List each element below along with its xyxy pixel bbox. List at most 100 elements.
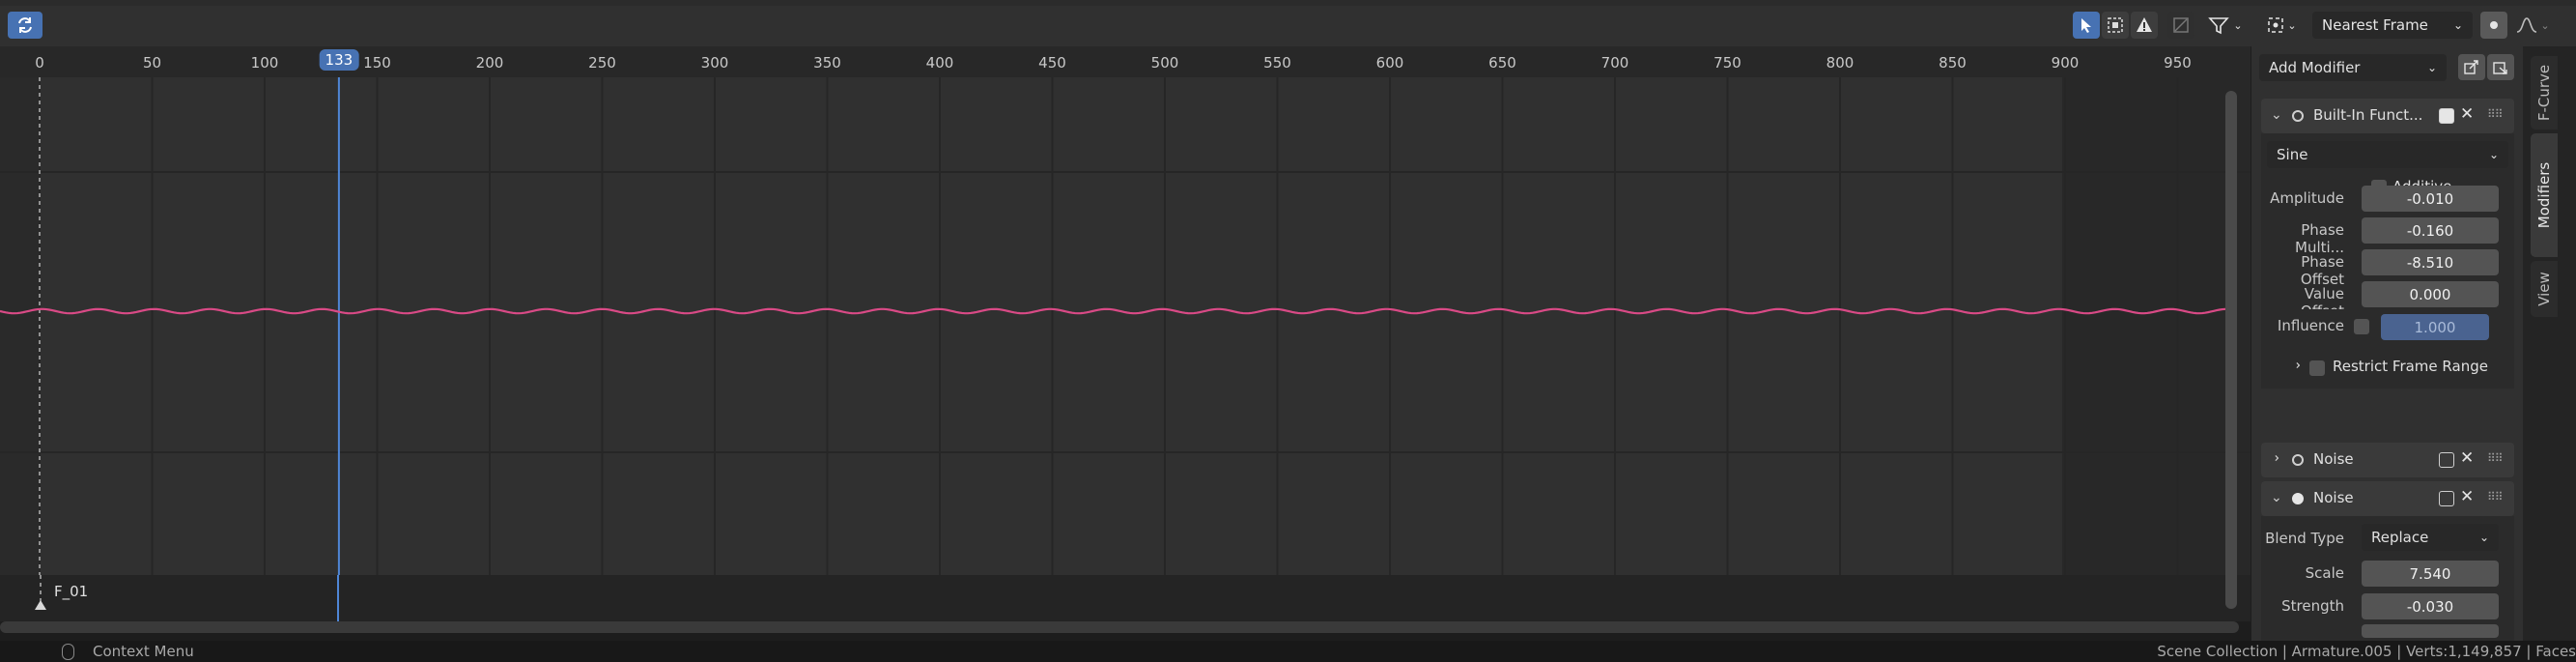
ruler-tick-label: 0: [35, 54, 44, 72]
frame-ruler[interactable]: 0 50 100 150 200 250 300 350 400 450 500 550 600 650 7…: [0, 46, 2250, 77]
copy-modifiers-icon[interactable]: [2458, 54, 2485, 80]
channel-label: F_01: [54, 583, 89, 600]
box-select-icon[interactable]: [2102, 12, 2129, 39]
scrollbar-gap: [0, 633, 2250, 641]
add-modifier-label: Add Modifier: [2269, 59, 2361, 76]
chevron-down-icon: ⌄: [2478, 531, 2489, 544]
sidebar-tabs: F-Curve Modifiers View: [2523, 46, 2576, 641]
chevron-right-icon[interactable]: ⌄: [2288, 360, 2304, 371]
chevron-down-icon: ⌄: [2233, 18, 2243, 32]
vertical-scrollbar[interactable]: [2225, 91, 2237, 609]
noise-panel-header-2[interactable]: ⌄ Noise ✕ ⠿⠿: [2261, 481, 2514, 516]
sync-icon[interactable]: [8, 12, 42, 39]
noise-title-2: Noise: [2313, 489, 2354, 506]
drag-grip-icon[interactable]: ⠿⠿: [2487, 451, 2504, 465]
builtin-function-panel-header[interactable]: ⌄ Built-In Funct... ✕ ⠿⠿: [2261, 99, 2514, 133]
close-icon[interactable]: ✕: [2460, 104, 2474, 124]
ruler-tick-label: 800: [1826, 54, 1854, 72]
close-icon[interactable]: ✕: [2460, 487, 2474, 506]
strength-label: Strength: [2281, 597, 2344, 615]
blend-type-dropdown[interactable]: Replace ⌄: [2362, 524, 2499, 551]
tab-modifiers[interactable]: Modifiers: [2531, 133, 2558, 257]
ruler-tick-label: 950: [2164, 54, 2192, 72]
next-field[interactable]: [2362, 624, 2499, 638]
chevron-down-icon: ⌄: [2452, 18, 2463, 32]
graph-canvas: [0, 77, 2250, 575]
graph-area[interactable]: [0, 77, 2250, 575]
channel-region: F_01: [0, 575, 2250, 621]
chevron-right-icon[interactable]: ⌄: [2267, 452, 2282, 464]
restrict-frame-range-checkbox[interactable]: [2309, 360, 2325, 376]
ruler-tick-label: 100: [250, 54, 279, 72]
influence-label: Influence: [2277, 317, 2344, 334]
influence-row: Influence 1.000: [2261, 309, 2514, 348]
blend-type-value: Replace: [2371, 529, 2429, 546]
field-label: Phase Multi...: [2295, 221, 2344, 256]
graph-editor-header: ⌄: [0, 6, 2250, 46]
restrict-frame-range-label: Restrict Frame Range: [2333, 358, 2488, 375]
proportional-falloff-icon[interactable]: ⌄: [2509, 12, 2556, 39]
snap-toggle-icon[interactable]: [2480, 12, 2507, 39]
chevron-down-icon[interactable]: ⌄: [2271, 107, 2282, 123]
noise-panel-header-1[interactable]: ⌄ Noise ✕ ⠿⠿: [2261, 443, 2514, 477]
paste-modifiers-icon[interactable]: [2487, 54, 2514, 80]
pivot-point-icon[interactable]: ⌄: [2260, 12, 2303, 39]
scale-label: Scale: [2305, 564, 2344, 582]
filter-icon[interactable]: ⌄: [2202, 12, 2249, 39]
drag-grip-icon[interactable]: ⠿⠿: [2487, 107, 2504, 121]
modifier-enabled-checkbox[interactable]: [2439, 452, 2454, 468]
tab-f-curve[interactable]: F-Curve: [2531, 56, 2558, 130]
modifier-enabled-checkbox[interactable]: [2439, 108, 2454, 124]
warning-icon[interactable]: [2131, 12, 2158, 39]
ruler-tick-label: 650: [1488, 54, 1516, 72]
noise-title-1: Noise: [2313, 450, 2354, 468]
cursor-select-icon[interactable]: [2073, 12, 2100, 39]
noise-panel-body: Blend Type Replace ⌄ Scale 7.540 Strengt…: [2261, 516, 2514, 641]
tab-label: Modifiers: [2535, 161, 2553, 229]
mouse-icon: [62, 644, 74, 660]
function-type-dropdown[interactable]: Sine ⌄: [2267, 141, 2508, 168]
ruler-tick-label: 400: [925, 54, 954, 72]
influence-checkbox[interactable]: [2354, 319, 2369, 334]
status-bar: Context Menu Scene Collection | Armature…: [0, 641, 2576, 662]
mute-toggle-icon[interactable]: [2292, 493, 2304, 504]
restrict-frame-range-row: ⌄ Restrict Frame Range: [2261, 348, 2514, 389]
tab-label: View: [2535, 272, 2554, 306]
field-value[interactable]: -8.510: [2362, 249, 2499, 275]
ruler-tick-label: 750: [1713, 54, 1741, 72]
ruler-tick-label: 200: [475, 54, 504, 72]
chevron-down-icon: ⌄: [2488, 148, 2499, 161]
horizontal-scrollbar[interactable]: [0, 621, 2239, 633]
ruler-tick-label: 450: [1038, 54, 1066, 72]
field-label: Amplitude: [2270, 189, 2344, 207]
ruler-tick-label: 700: [1600, 54, 1629, 72]
mute-toggle-icon[interactable]: [2292, 454, 2304, 466]
builtin-function-title: Built-In Funct...: [2313, 106, 2423, 124]
snap-mode-dropdown[interactable]: Nearest Frame ⌄: [2312, 12, 2473, 39]
header-right: ⌄ Nearest Frame ⌄ ⌄: [2250, 6, 2576, 46]
context-menu-hint: Context Menu: [93, 643, 194, 660]
snap-mode-label: Nearest Frame: [2322, 16, 2428, 34]
modifier-enabled-checkbox[interactable]: [2439, 491, 2454, 506]
chevron-down-icon: ⌄: [2426, 61, 2437, 74]
ruler-tick-label: 300: [700, 54, 729, 72]
close-icon[interactable]: ✕: [2460, 448, 2474, 468]
scale-field[interactable]: 7.540: [2362, 561, 2499, 587]
ruler-tick-label: 600: [1375, 54, 1404, 72]
ruler-tick-label: 350: [813, 54, 841, 72]
add-modifier-dropdown[interactable]: Add Modifier ⌄: [2259, 54, 2447, 81]
field-value[interactable]: 0.000: [2362, 281, 2499, 307]
influence-field[interactable]: 1.000: [2381, 314, 2489, 340]
normalize-icon[interactable]: [2167, 12, 2194, 39]
field-value[interactable]: -0.010: [2362, 186, 2499, 212]
drag-grip-icon[interactable]: ⠿⠿: [2487, 490, 2504, 504]
current-frame-indicator[interactable]: 133: [319, 49, 359, 71]
tab-view[interactable]: View: [2531, 261, 2558, 317]
field-value[interactable]: -0.160: [2362, 217, 2499, 244]
chevron-down-icon[interactable]: ⌄: [2271, 490, 2282, 505]
chevron-down-icon: ⌄: [2540, 18, 2550, 32]
field-label: Phase Offset: [2300, 253, 2344, 288]
chevron-down-icon: ⌄: [2287, 18, 2297, 32]
strength-field[interactable]: -0.030: [2362, 593, 2499, 619]
mute-toggle-icon[interactable]: [2292, 110, 2304, 122]
